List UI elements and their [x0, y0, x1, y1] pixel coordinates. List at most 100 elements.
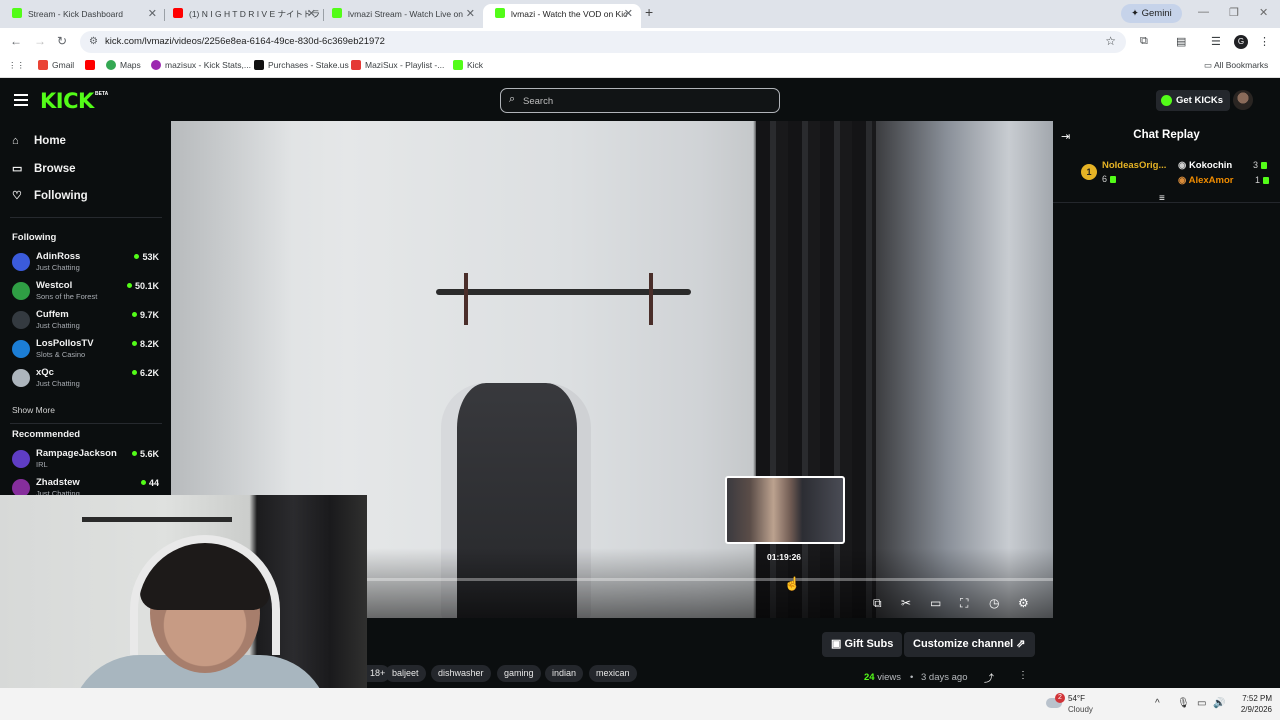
gifter-count: 3	[1253, 160, 1268, 170]
media-icon[interactable]: ▤	[1176, 35, 1186, 48]
viewer-count: 8.2K	[131, 339, 159, 349]
fullscreen-icon[interactable]: ⛶	[960, 596, 968, 611]
reading-list-icon[interactable]: ☰	[1211, 35, 1221, 48]
chat-panel: ⇥ Chat Replay 1 NoIdeasOrig... 6 ◉ Kokoc…	[1053, 121, 1280, 720]
bookmark-youtube[interactable]	[85, 60, 99, 70]
search-placeholder: Search	[523, 96, 554, 107]
gift-icon: ▣	[831, 638, 845, 650]
microphone-icon[interactable]: 🎙	[1177, 698, 1190, 709]
address-toolbar: ← → ↻ ⚙ kick.com/lvmazi/videos/2256e8ea-…	[0, 28, 1280, 56]
close-icon[interactable]: ✕	[148, 4, 157, 24]
weather-widget[interactable]: 2 54°F Cloudy	[1046, 692, 1116, 718]
extensions-icon[interactable]: ⧉	[1140, 35, 1148, 48]
playback-speed-icon[interactable]: ◷	[989, 596, 999, 610]
tab-youtube[interactable]: (1) N I G H T D R I V E ナイトドラ ✕	[161, 4, 324, 28]
gifter-count: 1	[1255, 175, 1270, 185]
bookmark-playlist[interactable]: MaziSux - Playlist -...	[351, 60, 444, 70]
sidebar-channel-adinross[interactable]: AdinRoss Just Chatting 53K	[12, 250, 162, 276]
close-icon[interactable]: ✕	[624, 4, 633, 24]
live-dot-icon	[131, 370, 137, 375]
tag-chip[interactable]: dishwasher	[431, 665, 491, 682]
sidebar-channel-cuffem[interactable]: Cuffem Just Chatting 9.7K	[12, 308, 162, 334]
tag-chip[interactable]: gaming	[497, 665, 541, 682]
nav-home[interactable]: ⌂ Home	[12, 135, 66, 147]
nav-following[interactable]: ♡ Following	[12, 189, 88, 202]
bookmark-maps[interactable]: Maps	[106, 60, 141, 70]
channel-category: Just Chatting	[36, 321, 80, 330]
close-icon[interactable]: ✕	[307, 4, 316, 24]
restore-icon[interactable]: ❐	[1229, 6, 1239, 19]
taskbar-clock[interactable]: 7:52 PM 2/9/2026	[1228, 693, 1272, 715]
sidebar-channel-rampagejackson[interactable]: RampageJackson IRL 5.6K	[12, 447, 162, 473]
close-icon[interactable]: ✕	[466, 4, 475, 24]
miniplayer-icon[interactable]: ⧉	[873, 596, 882, 611]
site-info-icon[interactable]: ⚙	[89, 36, 98, 47]
url-bar[interactable]: ⚙ kick.com/lvmazi/videos/2256e8ea-6164-4…	[80, 31, 1126, 53]
more-options-icon[interactable]: ⋮	[1018, 670, 1028, 681]
new-tab-button[interactable]: +	[645, 4, 653, 20]
heart-icon: ♡	[12, 190, 22, 202]
bookmark-gmail[interactable]: Gmail	[38, 60, 74, 70]
tray-chevron-icon[interactable]: ^	[1155, 698, 1160, 709]
kick-logo[interactable]: KICK	[40, 89, 94, 113]
all-bookmarks-label: All Bookmarks	[1213, 60, 1269, 70]
share-icon[interactable]: ⤴	[984, 670, 994, 685]
tag-chip[interactable]: baljeet	[385, 665, 426, 682]
channel-name: Westcol	[36, 280, 73, 291]
volume-icon[interactable]: 🔊	[1213, 698, 1225, 709]
menu-icon[interactable]: ⋮	[1259, 35, 1270, 48]
gemini-label: Gemini	[1141, 8, 1172, 19]
bookmark-kick[interactable]: Kick	[453, 60, 483, 70]
sidebar-channel-xqc[interactable]: xQc Just Chatting 6.2K	[12, 366, 162, 392]
window-close-icon[interactable]: ✕	[1259, 6, 1268, 19]
theater-mode-icon[interactable]: ▭	[930, 596, 941, 610]
user-avatar[interactable]	[1233, 90, 1253, 110]
seek-bar[interactable]	[367, 578, 1053, 581]
get-kicks-button[interactable]: Get KICKs	[1156, 90, 1230, 111]
chat-title: Chat Replay	[1133, 129, 1200, 141]
search-input[interactable]: ⌕ Search	[500, 88, 780, 113]
back-icon[interactable]: ←	[10, 34, 22, 48]
tab-lvmazi-stream[interactable]: lvmazi Stream - Watch Live on ✕	[320, 4, 483, 28]
seek-preview-thumbnail	[725, 476, 845, 544]
minimize-icon[interactable]: —	[1198, 6, 1209, 18]
settings-icon[interactable]: ⚙	[1018, 596, 1029, 610]
home-icon: ⌂	[12, 135, 19, 147]
live-dot-icon	[131, 451, 137, 456]
gifter-name[interactable]: NoIdeasOrig...	[1102, 160, 1166, 171]
video-frame-rack-peg	[464, 273, 468, 325]
customize-channel-button[interactable]: Customize channel ⇗	[904, 632, 1035, 657]
avatar	[12, 369, 30, 387]
profile-avatar[interactable]: G	[1234, 35, 1248, 49]
avatar	[12, 311, 30, 329]
reload-icon[interactable]: ↻	[57, 34, 67, 48]
tag-chip[interactable]: mexican	[589, 665, 637, 682]
bookmark-star-icon[interactable]: ☆	[1105, 34, 1116, 48]
tab-lvmazi-vod[interactable]: lvmazi - Watch the VOD on Kic ✕	[483, 4, 641, 28]
apps-icon[interactable]: ⋮⋮	[8, 60, 25, 71]
network-icon[interactable]: ▭	[1197, 698, 1206, 709]
tag-chip[interactable]: indian	[545, 665, 584, 682]
tab-kick-dashboard[interactable]: Stream - Kick Dashboard ✕	[0, 4, 165, 28]
channel-category: Just Chatting	[36, 379, 80, 388]
bookmark-stake[interactable]: Purchases - Stake.us	[254, 60, 349, 70]
channel-name: Cuffem	[36, 309, 69, 320]
kick-favicon-icon	[495, 8, 505, 18]
all-bookmarks[interactable]: ▭ All Bookmarks	[1204, 60, 1268, 71]
search-icon: ⌕	[509, 93, 516, 105]
gifter-name[interactable]: ◉ AlexAmor	[1178, 175, 1233, 186]
gift-subs-button[interactable]: ▣ Gift Subs	[822, 632, 903, 657]
gemini-button[interactable]: ✦ Gemini	[1121, 4, 1182, 23]
sidebar-channel-lospollostv[interactable]: LosPollosTV Slots & Casino 8.2K	[12, 337, 162, 363]
clip-icon[interactable]: ✂	[901, 596, 911, 610]
bookmark-mazisux-stats[interactable]: mazisux - Kick Stats,...	[151, 60, 251, 70]
seek-preview-time: 01:19:26	[767, 552, 802, 562]
nav-browse[interactable]: ▭ Browse	[12, 162, 76, 175]
show-more-link[interactable]: Show More	[12, 405, 55, 415]
sidebar-channel-westcol[interactable]: Westcol Sons of the Forest 50.1K	[12, 279, 162, 305]
hamburger-menu-icon[interactable]	[14, 94, 28, 106]
forward-icon[interactable]: →	[34, 34, 46, 48]
tab-title: lvmazi Stream - Watch Live on	[348, 9, 463, 19]
gifter-name[interactable]: ◉ Kokochin	[1178, 160, 1232, 171]
divider	[1053, 202, 1280, 203]
